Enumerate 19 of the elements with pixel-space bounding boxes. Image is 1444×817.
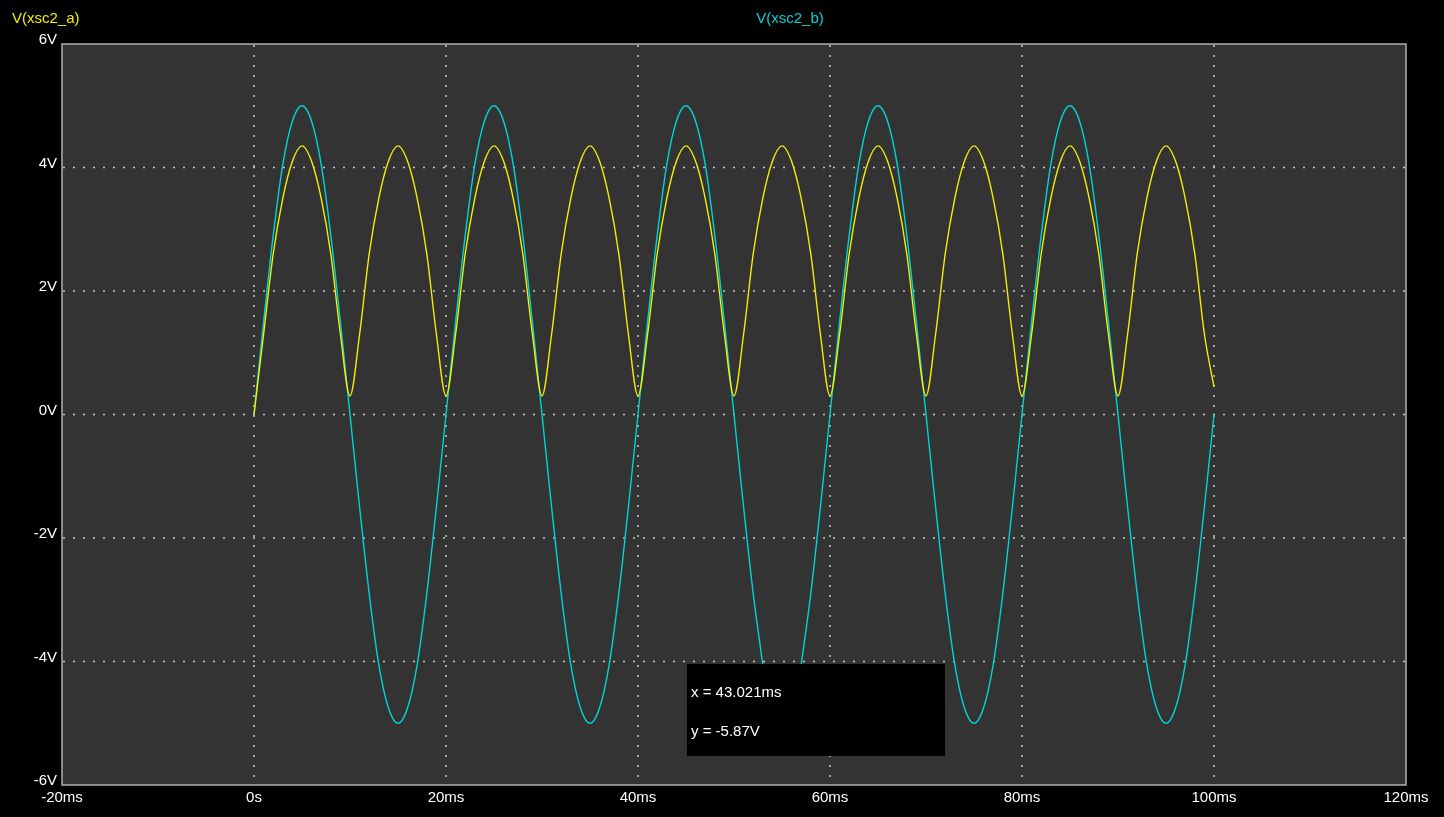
x-axis-label: 40ms: [619, 788, 657, 805]
y-axis-label: 2V: [38, 277, 57, 294]
legend-label: V(xsc2_b): [756, 9, 824, 26]
x-axis-label: 0s: [246, 788, 262, 805]
x-axis-label: 60ms: [811, 788, 849, 805]
x-axis-label: 120ms: [1383, 788, 1429, 805]
x-axis-label: 20ms: [427, 788, 465, 805]
x-axis-label: 80ms: [1003, 788, 1041, 805]
y-axis-label: -6V: [33, 771, 57, 788]
x-axis-label: 100ms: [1191, 788, 1237, 805]
cursor-y-value: y = -5.87V: [691, 722, 760, 739]
cursor-x-value: x = 43.021ms: [691, 683, 782, 700]
y-axis-label: -4V: [33, 647, 57, 665]
y-axis-label: 6V: [38, 30, 57, 47]
y-axis-label: -2V: [33, 524, 57, 541]
x-axis-label: -20ms: [41, 788, 83, 805]
y-axis-label: 0V: [38, 400, 57, 418]
legend-label: V(xsc2_a): [12, 9, 80, 26]
y-axis-label: 4V: [38, 153, 57, 171]
